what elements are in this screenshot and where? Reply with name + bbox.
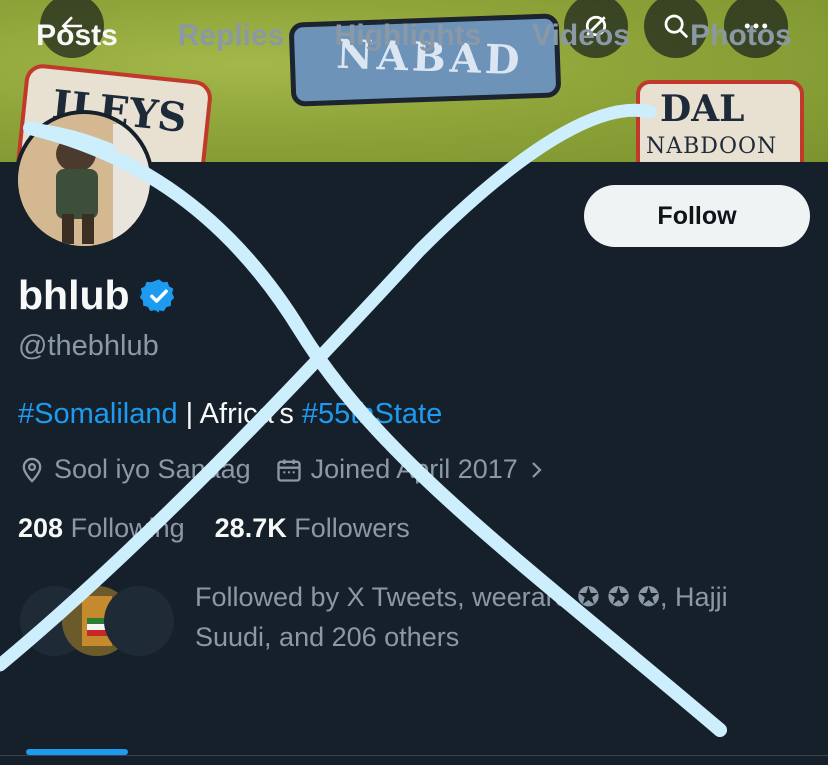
followers-count: 28.7K — [214, 513, 287, 543]
chevron-right-icon — [532, 461, 542, 478]
tab-posts[interactable]: Posts — [26, 0, 128, 72]
following-count: 208 — [18, 513, 64, 543]
avatar-figure — [18, 114, 150, 246]
bio-text: Africa's — [199, 398, 302, 430]
banner-card-right-sub: NABDOON — [646, 134, 778, 159]
profile-bio: #Somaliland | Africa's #55thState — [18, 398, 442, 431]
bio-separator: | — [177, 398, 200, 430]
joined-item[interactable]: Joined April 2017 — [275, 454, 556, 485]
profile-name-row: bhlub — [18, 272, 178, 319]
tab-replies[interactable]: Replies — [174, 0, 288, 72]
profile-handle: @thebhlub — [18, 330, 159, 362]
profile-stats: 208 Following 28.7K Followers — [18, 513, 410, 544]
joined-text: Joined April 2017 — [310, 454, 518, 484]
following-link[interactable]: 208 Following — [18, 513, 185, 543]
follower-avatar — [104, 586, 174, 656]
follow-button[interactable]: Follow — [584, 185, 810, 247]
following-label: Following — [70, 513, 185, 543]
hashtag-link[interactable]: #55thState — [302, 398, 442, 430]
tab-highlights[interactable]: Highlights — [330, 0, 486, 72]
profile-avatar[interactable] — [14, 110, 154, 250]
avatar-image — [18, 114, 150, 246]
location-pin-icon — [22, 457, 42, 483]
followed-by-text[interactable]: Followed by X Tweets, weeraro ✪ ✪ ✪, Haj… — [195, 577, 795, 657]
tab-videos[interactable]: Videos — [528, 0, 634, 72]
banner-card-right-title: DAL — [660, 88, 745, 130]
calendar-icon — [276, 459, 301, 482]
tab-photos[interactable]: Photos — [686, 0, 796, 72]
profile-meta: Sool iyo Sanaag Joined April 2017 — [18, 454, 580, 485]
tabs-divider — [0, 755, 828, 756]
followers-link[interactable]: 28.7K Followers — [215, 513, 410, 543]
location-item: Sool iyo Sanaag — [18, 454, 251, 485]
followers-label: Followers — [294, 513, 410, 543]
hashtag-link[interactable]: #Somaliland — [18, 398, 178, 430]
verified-badge-icon[interactable] — [139, 277, 178, 315]
location-text: Sool iyo Sanaag — [54, 454, 251, 484]
display-name: bhlub — [18, 272, 130, 318]
